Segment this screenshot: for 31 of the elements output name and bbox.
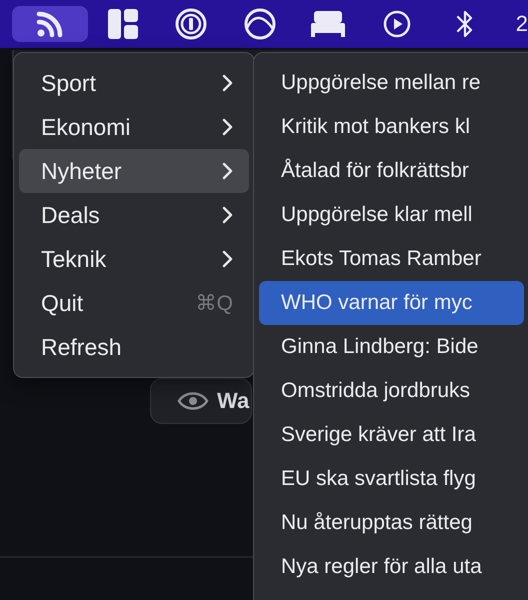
news-item[interactable]: Nya regler för alla uta — [259, 545, 524, 589]
news-item[interactable]: Ginna Lindberg: Bide — [259, 325, 524, 369]
play-icon — [382, 10, 411, 38]
clock: 2 — [516, 11, 528, 37]
menu-item[interactable]: Nyheter — [19, 149, 249, 193]
news-item[interactable]: Uppgörelse mellan re — [259, 61, 524, 105]
news-item[interactable]: Kritik mot bankers kl — [259, 105, 524, 149]
news-item[interactable]: WHO varnar för myc — [259, 281, 524, 325]
arc-circle-icon — [244, 8, 276, 40]
news-item[interactable]: Nu återupptas rätteg — [259, 501, 524, 545]
eye-icon — [177, 390, 209, 412]
menu-item[interactable]: Quit ⌘Q — [19, 281, 249, 325]
news-item[interactable]: Sverige kräver att Ira — [259, 413, 524, 457]
layout-icon — [108, 9, 138, 39]
news-item[interactable]: EU ska svartlista flyg — [259, 457, 524, 501]
menu-item[interactable]: Ekonomi — [19, 105, 249, 149]
rss-icon — [36, 10, 64, 38]
menu-item[interactable]: Deals — [19, 193, 249, 237]
menu-item[interactable]: Sport — [19, 61, 249, 105]
news-item[interactable]: Uppgörelse klar mell — [259, 193, 524, 237]
menu-item[interactable]: Teknik — [19, 237, 249, 281]
shortcut-label: ⌘Q — [196, 290, 233, 316]
password-icon — [175, 8, 208, 40]
news-item[interactable]: Omstridda jordbruks — [259, 369, 524, 413]
menu-bar-item[interactable] — [12, 6, 88, 42]
bluetooth-icon — [456, 9, 474, 39]
bed-icon — [311, 11, 346, 37]
news-item[interactable]: Ekots Tomas Ramber — [259, 237, 524, 281]
watch-button[interactable]: Wa — [150, 378, 252, 424]
menu-item[interactable]: Refresh — [19, 325, 249, 369]
news-item[interactable]: Åtalad för folkrättsbr — [259, 149, 524, 193]
